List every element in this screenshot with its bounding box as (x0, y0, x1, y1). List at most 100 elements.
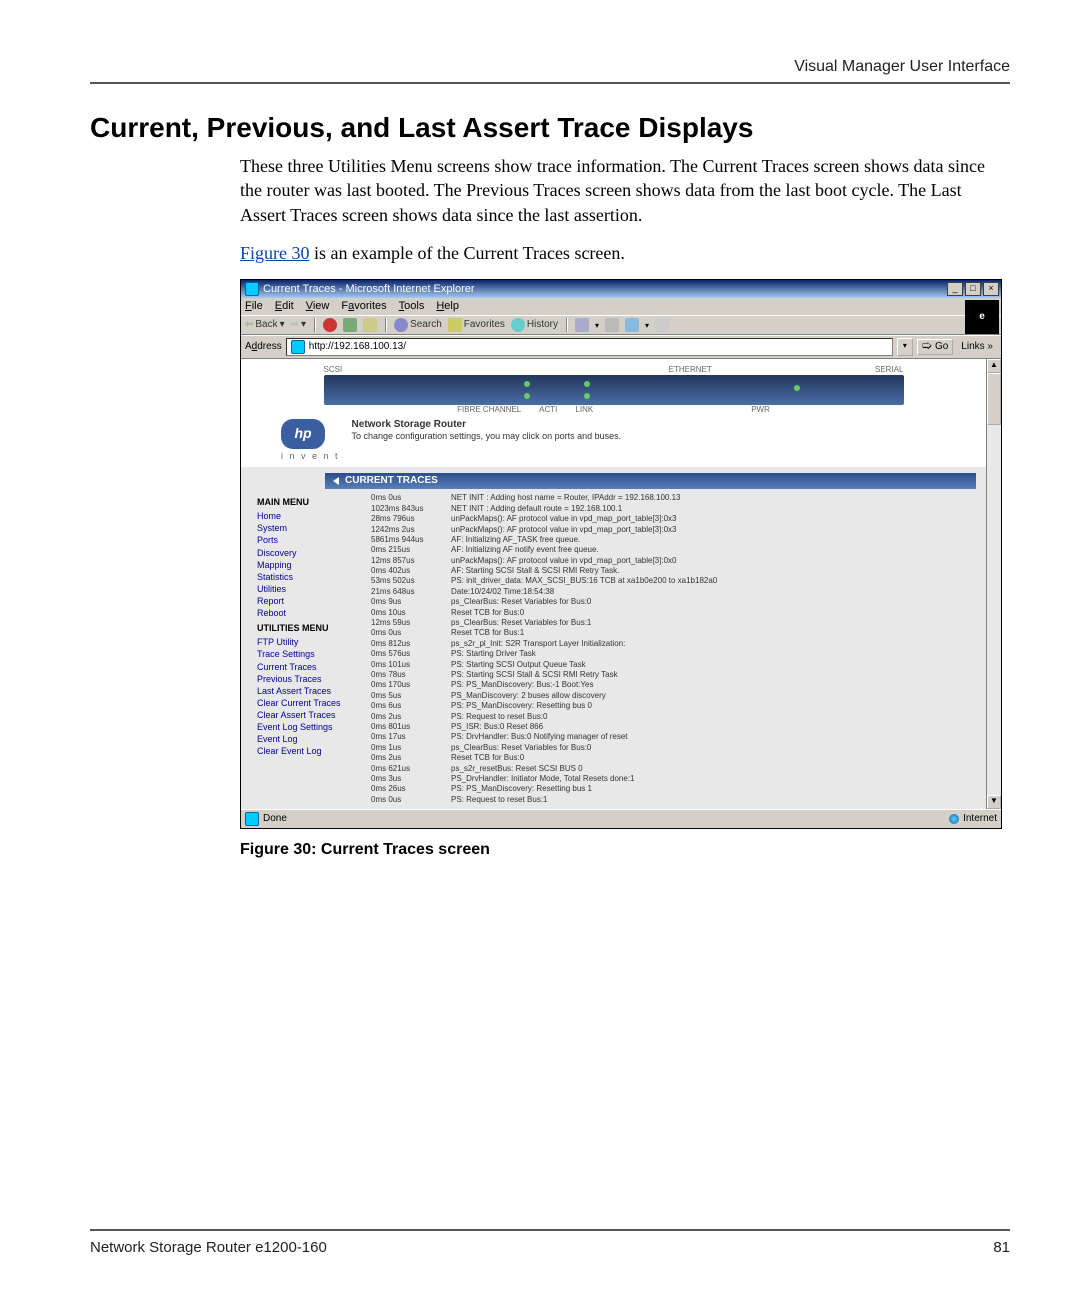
address-dropdown[interactable]: ▾ (897, 338, 913, 356)
trace-time: 1242ms 2us (371, 525, 451, 535)
led-icon (524, 393, 530, 399)
trace-time: 21ms 648us (371, 587, 451, 597)
trace-time: 0ms 1us (371, 743, 451, 753)
favorites-icon (448, 318, 462, 332)
nav-link[interactable]: FTP Utility (257, 636, 367, 648)
mail-icon[interactable] (575, 318, 589, 332)
trace-message: ps_ClearBus: Reset Variables for Bus:1 (451, 618, 970, 628)
trace-message: Reset TCB for Bus:1 (451, 628, 970, 638)
nav-link[interactable]: Event Log Settings (257, 721, 367, 733)
go-button[interactable]: 🢡 Go (917, 339, 953, 355)
led-icon (584, 393, 590, 399)
nav-link[interactable]: Clear Assert Traces (257, 709, 367, 721)
window-titlebar: Current Traces - Microsoft Internet Expl… (241, 280, 1001, 298)
discuss-icon[interactable] (655, 318, 669, 332)
scroll-down-button[interactable]: ▼ (987, 795, 1001, 809)
menu-view[interactable]: View (306, 300, 330, 313)
menu-favorites[interactable]: Favorites (341, 300, 386, 313)
trace-message: ps_s2r_resetBus: Reset SCSI BUS 0 (451, 764, 970, 774)
nav-link[interactable]: Trace Settings (257, 648, 367, 660)
nav-link[interactable]: Reboot (257, 607, 367, 619)
trace-message: PS: Request to reset Bus:0 (451, 712, 970, 722)
stop-icon[interactable] (323, 318, 337, 332)
trace-time: 0ms 2us (371, 712, 451, 722)
menu-tools[interactable]: Tools (399, 300, 425, 313)
edit-icon[interactable] (625, 318, 639, 332)
trace-time: 0ms 0us (371, 795, 451, 805)
router-name: Network Storage Router (352, 419, 466, 430)
trace-time: 0ms 621us (371, 764, 451, 774)
trace-message: Reset TCB for Bus:0 (451, 753, 970, 763)
nav-link[interactable]: Event Log (257, 733, 367, 745)
trace-time: 53ms 502us (371, 576, 451, 586)
trace-time: 12ms 59us (371, 618, 451, 628)
nav-link[interactable]: Last Assert Traces (257, 685, 367, 697)
home-icon[interactable] (363, 318, 377, 332)
sidebar-nav: MAIN MENU HomeSystemPortsDiscoveryMappin… (251, 493, 371, 805)
menubar[interactable]: File Edit View Favorites Tools Help (241, 298, 1001, 315)
window-title: Current Traces - Microsoft Internet Expl… (263, 283, 475, 296)
trace-message: NET INIT : Adding host name = Router, IP… (451, 493, 970, 503)
search-icon (394, 318, 408, 332)
address-input[interactable]: http://192.168.100.13/ (286, 338, 893, 356)
nav-link[interactable]: Current Traces (257, 661, 367, 673)
scroll-thumb[interactable] (987, 373, 1001, 425)
router-diagram[interactable] (324, 375, 904, 405)
trace-message-column: NET INIT : Adding host name = Router, IP… (451, 493, 970, 805)
footer-left: Network Storage Router e1200-160 (90, 1239, 327, 1256)
trace-message: unPackMaps(): AF protocol value in vpd_m… (451, 514, 970, 524)
nav-link[interactable]: Statistics (257, 571, 367, 583)
trace-message: PS: DrvHandler: Bus:0 Notifying manager … (451, 732, 970, 742)
nav-link[interactable]: Discovery (257, 547, 367, 559)
maximize-button[interactable]: □ (965, 282, 981, 296)
internet-zone-icon (949, 814, 959, 824)
favorites-button[interactable]: Favorites (448, 318, 505, 332)
back-button[interactable]: ⇦Back▾ (245, 319, 285, 331)
print-icon[interactable] (605, 318, 619, 332)
footer-rule (90, 1229, 1010, 1231)
search-button[interactable]: Search (394, 318, 442, 332)
status-bar: Done Internet (241, 809, 1001, 828)
utilities-menu-header: UTILITIES MENU (257, 623, 367, 634)
vertical-scrollbar[interactable]: ▲ ▼ (986, 359, 1001, 809)
nav-link[interactable]: Clear Event Log (257, 745, 367, 757)
label-acti: ACTI (539, 405, 557, 415)
trace-time: 0ms 78us (371, 670, 451, 680)
trace-message: PS: PS_ManDiscovery: Bus:-1 Boot:Yes (451, 680, 970, 690)
trace-time: 0ms 215us (371, 545, 451, 555)
trace-time-column: 0ms 0us1023ms 843us28ms 796us1242ms 2us5… (371, 493, 451, 805)
label-fibre: FIBRE CHANNEL (457, 405, 521, 415)
ie-throbber-icon: e (965, 300, 999, 334)
trace-message: AF: Initializing AF_TASK free queue. (451, 535, 970, 545)
nav-link[interactable]: Previous Traces (257, 673, 367, 685)
nav-link[interactable]: System (257, 522, 367, 534)
nav-link[interactable]: Report (257, 595, 367, 607)
trace-message: ps_ClearBus: Reset Variables for Bus:0 (451, 597, 970, 607)
label-scsi: SCSI (324, 365, 343, 375)
refresh-icon[interactable] (343, 318, 357, 332)
hp-logo-icon: hp (281, 419, 325, 449)
led-icon (584, 381, 590, 387)
section-heading: Current, Previous, and Last Assert Trace… (90, 112, 1010, 144)
main-menu-header: MAIN MENU (257, 497, 367, 508)
menu-file[interactable]: File (245, 300, 263, 313)
figure-crossref[interactable]: Figure 30 (240, 243, 310, 263)
minimize-button[interactable]: _ (947, 282, 963, 296)
nav-link[interactable]: Utilities (257, 583, 367, 595)
nav-link[interactable]: Clear Current Traces (257, 697, 367, 709)
address-value: http://192.168.100.13/ (309, 341, 406, 353)
trace-message: PS_ISR: Bus:0 Reset 866 (451, 722, 970, 732)
nav-link[interactable]: Home (257, 510, 367, 522)
links-button[interactable]: Links » (957, 341, 997, 353)
footer-page-number: 81 (993, 1239, 1010, 1256)
nav-link[interactable]: Ports (257, 534, 367, 546)
forward-button[interactable]: ⇨▾ (291, 319, 306, 331)
history-button[interactable]: History (511, 318, 558, 332)
trace-message: unPackMaps(): AF protocol value in vpd_m… (451, 556, 970, 566)
scroll-up-button[interactable]: ▲ (987, 359, 1001, 373)
close-button[interactable]: × (983, 282, 999, 296)
nav-link[interactable]: Mapping (257, 559, 367, 571)
trace-time: 0ms 170us (371, 680, 451, 690)
menu-edit[interactable]: Edit (275, 300, 294, 313)
menu-help[interactable]: Help (436, 300, 459, 313)
